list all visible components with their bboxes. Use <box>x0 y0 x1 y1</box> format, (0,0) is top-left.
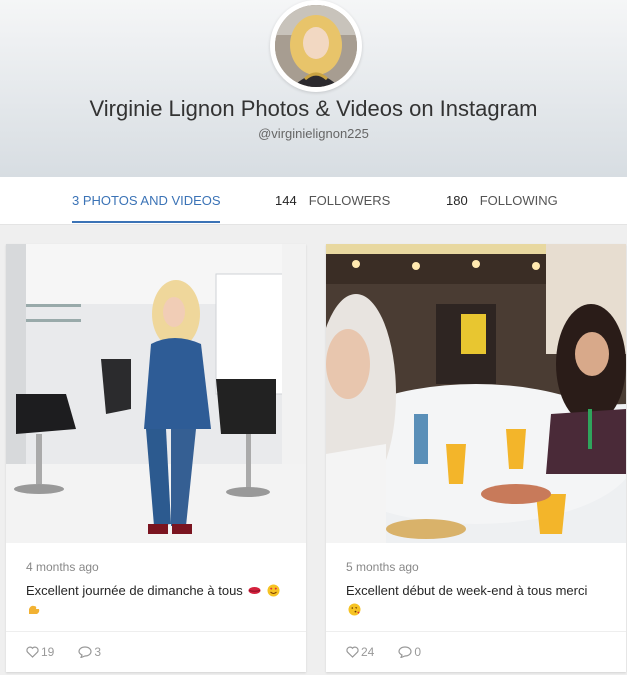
likes[interactable]: 19 <box>26 645 66 659</box>
kiss-mark-emoji <box>248 587 261 594</box>
following-stat[interactable]: 180 FOLLOWING <box>446 193 558 208</box>
card-divider <box>6 631 306 632</box>
face-blowing-kiss-emoji <box>348 603 361 616</box>
comments-count: 0 <box>414 645 422 659</box>
post-card[interactable]: 5 months ago Excellent début de week-end… <box>326 244 626 672</box>
post-photo[interactable] <box>326 244 626 543</box>
comments-count: 3 <box>94 645 102 659</box>
following-label: FOLLOWING <box>479 193 558 208</box>
post-caption: Excellent journée de dimanche à tous <box>26 581 296 619</box>
followers-count: 144 <box>275 193 297 208</box>
likes-count: 24 <box>361 645 375 659</box>
post-time: 5 months ago <box>346 560 419 574</box>
comment-icon <box>398 646 412 658</box>
profile-header: Virginie Lignon Photos & Videos on Insta… <box>0 0 627 177</box>
post-caption-text: Excellent journée de dimanche à tous <box>26 583 243 598</box>
post-meta: 19 3 <box>26 645 125 659</box>
stats-bar: 3 PHOTOS AND VIDEOS 144 FOLLOWERS 180 FOLL… <box>0 177 627 225</box>
card-divider <box>326 631 626 632</box>
post-caption: Excellent début de week-end à tous merci <box>346 581 616 619</box>
heart-icon <box>346 646 359 658</box>
post-meta: 24 0 <box>346 645 445 659</box>
following-count: 180 <box>446 193 468 208</box>
comments[interactable]: 0 <box>398 645 433 659</box>
followers-stat[interactable]: 144 FOLLOWERS <box>275 193 390 208</box>
post-card[interactable]: 4 months ago Excellent journée de dimanc… <box>6 244 306 672</box>
followers-label: FOLLOWERS <box>308 193 391 208</box>
likes-count: 19 <box>41 645 55 659</box>
active-tab-underline <box>72 221 220 223</box>
comments[interactable]: 3 <box>78 645 113 659</box>
likes[interactable]: 24 <box>346 645 386 659</box>
comment-icon <box>78 646 92 658</box>
post-caption-text: Excellent début de week-end à tous merci <box>346 583 588 598</box>
profile-handle[interactable]: @virginielignon225 <box>0 126 627 141</box>
flexed-biceps-emoji <box>29 605 40 614</box>
avatar-image <box>275 5 357 87</box>
profile-name: Virginie Lignon Photos & Videos on Insta… <box>89 96 538 121</box>
avatar[interactable] <box>270 0 362 92</box>
tab-photos-videos[interactable]: 3 PHOTOS AND VIDEOS <box>72 193 221 208</box>
post-photo[interactable] <box>6 244 306 543</box>
heart-eyes-emoji <box>267 584 280 597</box>
post-time: 4 months ago <box>26 560 99 574</box>
heart-icon <box>26 646 39 658</box>
